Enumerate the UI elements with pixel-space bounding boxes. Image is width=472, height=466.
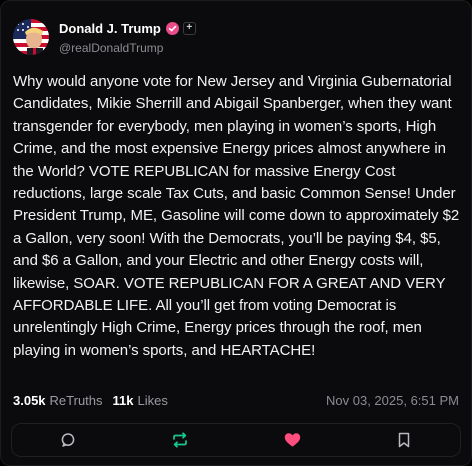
post-timestamp[interactable]: Nov 03, 2025, 6:51 PM xyxy=(326,393,459,408)
retruths-label: ReTruths xyxy=(49,393,103,408)
like-button[interactable] xyxy=(262,424,322,456)
verified-badge-icon xyxy=(165,21,179,35)
post-header: Donald J. Trump + @realDonaldTrump xyxy=(13,19,196,55)
action-bar xyxy=(11,423,461,457)
post-card: Donald J. Trump + @realDonaldTrump Why w… xyxy=(0,0,472,466)
plus-badge-icon: + xyxy=(182,21,196,35)
reply-button[interactable] xyxy=(38,424,98,456)
likes-stat[interactable]: 11k Likes xyxy=(113,393,168,408)
retruth-button[interactable] xyxy=(150,424,210,456)
author-handle[interactable]: @realDonaldTrump xyxy=(59,41,196,55)
post-body-text: Why would anyone vote for New Jersey and… xyxy=(13,73,460,359)
repost-icon xyxy=(171,432,189,448)
bookmark-button[interactable] xyxy=(374,424,434,456)
author-info: Donald J. Trump + @realDonaldTrump xyxy=(59,19,196,55)
comment-icon xyxy=(60,432,76,448)
likes-label: Likes xyxy=(137,393,168,408)
bookmark-icon xyxy=(397,432,411,448)
heart-icon xyxy=(284,432,301,448)
author-display-name[interactable]: Donald J. Trump xyxy=(59,21,161,36)
avatar[interactable] xyxy=(13,19,49,55)
likes-count: 11k xyxy=(112,393,134,408)
retruths-stat[interactable]: 3.05k ReTruths xyxy=(13,393,103,408)
author-name-row: Donald J. Trump + xyxy=(59,19,196,37)
post-stats: 3.05k ReTruths 11k Likes Nov 03, 2025, 6… xyxy=(13,393,459,408)
retruths-count: 3.05k xyxy=(13,393,46,408)
